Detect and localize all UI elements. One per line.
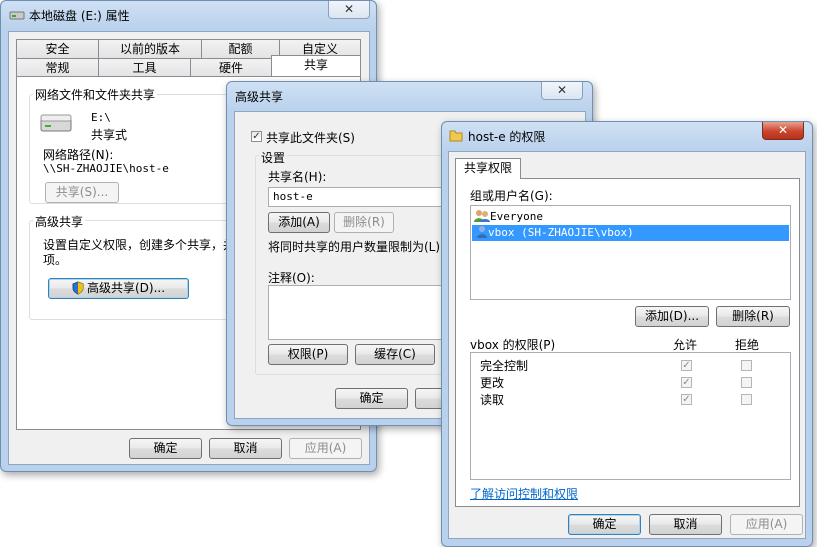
permissions-window: host-e 的权限 ✕ 共享权限 组或用户名(G): Everyone vbo… xyxy=(441,121,813,547)
tab-tools[interactable]: 工具 xyxy=(98,58,191,77)
network-path-value: \\SH-ZHAOJIE\host-e xyxy=(43,162,169,175)
users-list[interactable]: Everyone vbox (SH-ZHAOJIE\vbox) xyxy=(470,205,791,300)
permission-deny-checkbox[interactable] xyxy=(741,360,752,371)
window-title: host-e 的权限 xyxy=(468,130,546,144)
user-limit-label: 将同时共享的用户数量限制为(L) xyxy=(268,240,441,254)
permission-name: 读取 xyxy=(480,393,505,407)
network-sharing-label: 网络文件和文件夹共享 xyxy=(33,86,158,103)
share-folder-label: 共享此文件夹(S) xyxy=(266,131,355,145)
comment-input[interactable] xyxy=(268,285,468,340)
caching-button[interactable]: 缓存(C) xyxy=(355,344,435,365)
share-name-label: 共享名(H): xyxy=(268,170,327,184)
folder-icon xyxy=(449,128,463,145)
tab-share-permissions[interactable]: 共享权限 xyxy=(455,158,521,179)
add-user-button[interactable]: 添加(D)... xyxy=(635,306,709,327)
permission-deny-checkbox[interactable] xyxy=(741,394,752,405)
advanced-sharing-label: 高级共享 xyxy=(33,213,86,230)
share-name-input[interactable]: host-e xyxy=(268,187,468,207)
permission-name: 更改 xyxy=(480,376,505,390)
access-control-help-link[interactable]: 了解访问控制和权限 xyxy=(470,485,578,502)
tab-sharing[interactable]: 共享 xyxy=(271,55,361,76)
cancel-button[interactable]: 取消 xyxy=(649,514,722,535)
uac-shield-icon xyxy=(72,281,84,301)
ok-button[interactable]: 确定 xyxy=(568,514,641,535)
advanced-sharing-button[interactable]: 高级共享(D)... xyxy=(48,278,189,299)
permission-allow-checkbox[interactable]: ✓ xyxy=(681,394,692,405)
settings-label: 设置 xyxy=(259,149,288,166)
close-button[interactable]: ✕ xyxy=(541,82,583,100)
tab-previous-versions[interactable]: 以前的版本 xyxy=(98,39,202,58)
list-item[interactable]: Everyone xyxy=(474,209,543,225)
permission-allow-checkbox[interactable]: ✓ xyxy=(681,360,692,371)
list-item[interactable]: vbox (SH-ZHAOJIE\vbox) xyxy=(472,225,789,241)
allow-header: 允许 xyxy=(673,338,698,352)
user-name: Everyone xyxy=(490,210,543,223)
apply-button[interactable]: 应用(A) xyxy=(289,438,362,459)
remove-user-button[interactable]: 删除(R) xyxy=(716,306,790,327)
network-path-label: 网络路径(N): xyxy=(43,148,114,162)
user-name: vbox (SH-ZHAOJIE\vbox) xyxy=(488,226,634,239)
close-button[interactable]: ✕ xyxy=(328,1,370,19)
permissions-button[interactable]: 权限(P) xyxy=(268,344,348,365)
users-group-icon xyxy=(474,209,490,226)
advanced-sharing-desc-1: 设置自定义权限，创建多个共享，并 xyxy=(43,238,236,252)
share-button[interactable]: 共享(S)... xyxy=(45,182,119,203)
comment-label: 注释(O): xyxy=(268,271,315,285)
drive-large-icon xyxy=(39,111,73,138)
share-status: 共享式 xyxy=(91,128,128,142)
permissions-for-label: vbox 的权限(P) xyxy=(470,338,556,352)
deny-header: 拒绝 xyxy=(735,338,760,352)
drive-icon xyxy=(9,9,25,20)
permission-deny-checkbox[interactable] xyxy=(741,377,752,388)
tab-quota[interactable]: 配额 xyxy=(201,39,280,58)
permissions-panel: 组或用户名(G): Everyone vbox (SH-ZHAOJIE\vbox… xyxy=(455,178,800,507)
advanced-sharing-desc-2: 项。 xyxy=(43,253,68,267)
tab-general[interactable]: 常规 xyxy=(16,58,99,77)
tab-security[interactable]: 安全 xyxy=(16,39,99,58)
window-title: 本地磁盘 (E:) 属性 xyxy=(29,9,130,23)
user-icon xyxy=(476,225,488,242)
share-folder-checkbox[interactable]: ✓ xyxy=(251,131,262,142)
permission-name: 完全控制 xyxy=(480,359,529,373)
add-share-button[interactable]: 添加(A) xyxy=(268,212,330,233)
remove-share-button[interactable]: 删除(R) xyxy=(334,212,394,233)
group-users-label: 组或用户名(G): xyxy=(470,189,553,203)
advanced-sharing-group xyxy=(29,220,249,320)
ok-button[interactable]: 确定 xyxy=(335,388,408,409)
window-title: 高级共享 xyxy=(235,90,284,104)
permission-allow-checkbox[interactable]: ✓ xyxy=(681,377,692,388)
drive-letter: E:\ xyxy=(91,111,111,124)
tab-hardware[interactable]: 硬件 xyxy=(190,58,272,77)
close-button[interactable]: ✕ xyxy=(762,122,804,140)
permissions-client: 共享权限 组或用户名(G): Everyone vbox (SH-ZHAOJIE… xyxy=(448,151,806,539)
advanced-sharing-button-label: 高级共享(D)... xyxy=(86,281,166,295)
apply-button[interactable]: 应用(A) xyxy=(730,514,803,535)
cancel-button[interactable]: 取消 xyxy=(209,438,282,459)
ok-button[interactable]: 确定 xyxy=(129,438,202,459)
